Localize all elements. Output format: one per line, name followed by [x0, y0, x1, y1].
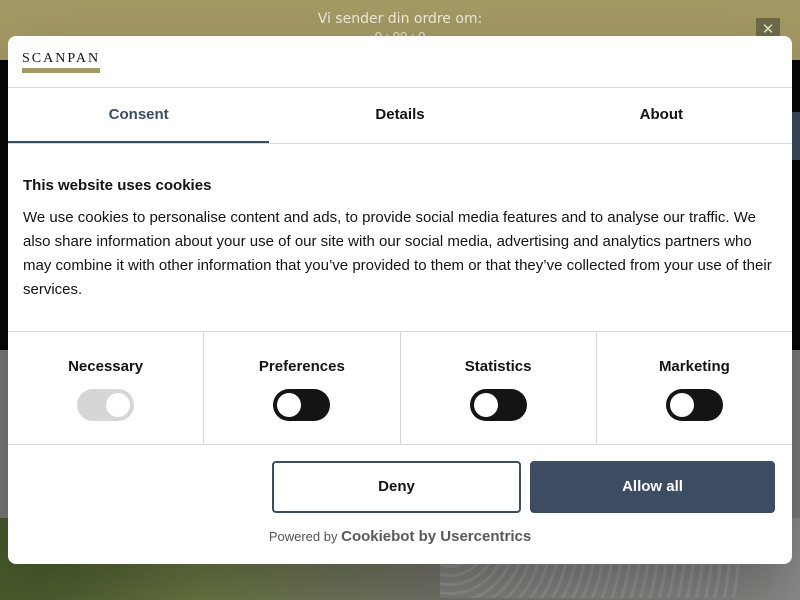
switch-knob [669, 393, 694, 417]
switch-knob [106, 393, 131, 417]
powered-by-label: Powered by [268, 529, 338, 544]
toggle-marketing: Marketing [597, 332, 792, 444]
cookiebot-brand-link[interactable]: Cookiebot by Usercentrics [341, 528, 531, 545]
allow-all-button[interactable]: Allow all [530, 461, 775, 513]
toggle-label-statistics: Statistics [464, 358, 532, 375]
powered-by-footer: Powered by Cookiebot by Usercentrics [8, 528, 792, 545]
preferences-switch[interactable] [273, 389, 331, 421]
tab-details[interactable]: Details [269, 88, 530, 143]
switch-knob [473, 393, 498, 417]
statistics-switch[interactable] [469, 389, 527, 421]
dialog-actions: Deny Allow all Powered by Cookiebot by U… [8, 445, 792, 563]
toggle-preferences: Preferences [204, 332, 401, 444]
toggle-label-preferences: Preferences [258, 358, 345, 375]
toggle-statistics: Statistics [401, 332, 597, 444]
dialog-tabs: Consent Details About [8, 88, 792, 144]
toggle-label-necessary: Necessary [68, 358, 144, 375]
consent-body-text: We use cookies to personalise content an… [23, 209, 772, 298]
tab-consent[interactable]: Consent [8, 88, 270, 143]
tab-about[interactable]: About [531, 88, 792, 143]
switch-knob [277, 393, 302, 417]
toggle-label-marketing: Marketing [658, 358, 730, 375]
announcement-text: Vi sender din ordre om: [317, 11, 483, 27]
cookie-consent-dialog: SCANPAN Consent Details About This websi… [8, 36, 792, 564]
necessary-switch [77, 389, 135, 421]
logo-rule [22, 68, 100, 73]
marketing-switch[interactable] [665, 389, 723, 421]
toggle-necessary: Necessary [8, 332, 205, 444]
cookie-category-toggles: Necessary Preferences Statistics Marketi… [8, 332, 792, 445]
dialog-header: SCANPAN [8, 36, 792, 88]
consent-content: This website uses cookies We use cookies… [8, 144, 792, 332]
deny-button[interactable]: Deny [272, 461, 521, 513]
scanpan-logo: SCANPAN [22, 52, 116, 73]
consent-title: This website uses cookies [23, 177, 212, 194]
